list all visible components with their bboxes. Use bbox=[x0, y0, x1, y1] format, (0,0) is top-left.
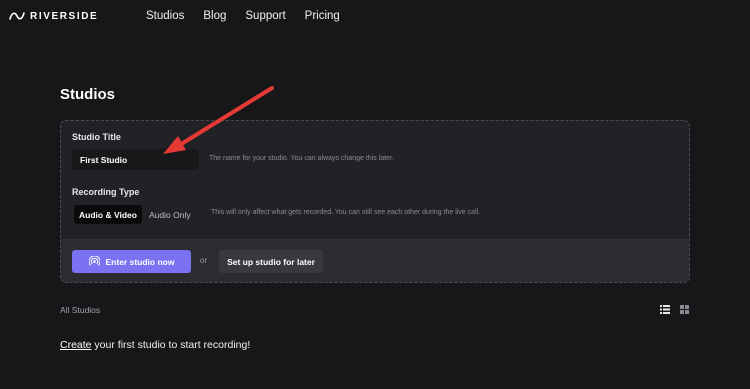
nav-studios[interactable]: Studios bbox=[146, 10, 184, 22]
main-nav: Studios Blog Support Pricing bbox=[146, 10, 340, 22]
list-view-icon[interactable] bbox=[660, 305, 670, 314]
all-studios-heading: All Studios bbox=[60, 305, 101, 315]
grid-view-icon[interactable] bbox=[680, 305, 689, 314]
recording-type-label: Recording Type bbox=[72, 187, 140, 197]
broadcast-icon bbox=[88, 256, 100, 266]
studio-title-label: Studio Title bbox=[72, 132, 121, 142]
studio-title-hint: The name for your studio. You can always… bbox=[209, 155, 394, 162]
recording-option-audio-video[interactable]: Audio & Video bbox=[74, 205, 142, 224]
enter-studio-button[interactable]: Enter studio now bbox=[72, 250, 191, 273]
enter-studio-label: Enter studio now bbox=[105, 256, 175, 267]
recording-option-audio-only[interactable]: Audio Only bbox=[149, 205, 191, 224]
nav-support[interactable]: Support bbox=[245, 10, 285, 22]
recording-type-hint: This will only affect what gets recorded… bbox=[211, 209, 481, 216]
logo[interactable]: RIVERSIDE bbox=[9, 10, 98, 22]
create-studio-card: Studio Title The name for your studio. Y… bbox=[60, 120, 690, 283]
studio-title-input[interactable] bbox=[72, 149, 199, 170]
nav-blog[interactable]: Blog bbox=[203, 10, 226, 22]
setup-later-button[interactable]: Set up studio for later bbox=[219, 250, 323, 273]
empty-studios-text: your first studio to start recording! bbox=[91, 339, 251, 351]
top-navbar: RIVERSIDE Studios Blog Support Pricing bbox=[0, 0, 750, 36]
empty-studios-message: Create your first studio to start record… bbox=[60, 339, 250, 351]
or-separator: or bbox=[200, 256, 208, 265]
logo-text: RIVERSIDE bbox=[30, 10, 99, 22]
create-studio-link[interactable]: Create bbox=[60, 339, 92, 351]
nav-pricing[interactable]: Pricing bbox=[305, 10, 340, 22]
riverside-logo-icon bbox=[9, 12, 25, 20]
page-title: Studios bbox=[60, 86, 115, 103]
